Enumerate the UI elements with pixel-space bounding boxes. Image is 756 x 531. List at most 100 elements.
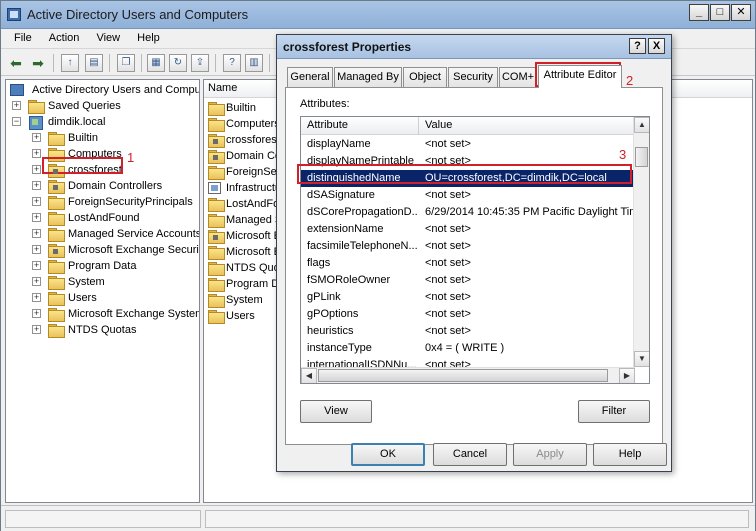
ok-button[interactable]: OK: [351, 443, 425, 466]
expand-icon[interactable]: +: [32, 325, 41, 334]
expand-icon[interactable]: +: [12, 101, 21, 110]
expand-icon[interactable]: +: [32, 181, 41, 190]
view-button[interactable]: View: [300, 400, 372, 423]
hscroll-thumb[interactable]: [318, 369, 608, 382]
title-bar: Active Directory Users and Computers _ □…: [1, 1, 755, 29]
table-row[interactable]: gPLink <not set>: [301, 289, 635, 306]
tree-pane: Active Directory Users and Comput + Save…: [5, 79, 200, 503]
expand-icon[interactable]: +: [32, 149, 41, 158]
tab-general[interactable]: General: [287, 67, 333, 87]
menu-help[interactable]: Help: [130, 29, 167, 47]
forward-arrow-icon[interactable]: ➡: [29, 54, 47, 72]
expand-icon[interactable]: +: [32, 261, 41, 270]
menu-action[interactable]: Action: [42, 29, 87, 47]
up-folder-icon[interactable]: ↑: [61, 54, 79, 72]
dialog-title-bar: crossforest Properties ? X: [277, 35, 671, 59]
tab-security[interactable]: Security: [448, 67, 498, 87]
console-icon[interactable]: ▥: [245, 54, 263, 72]
annotation-2: 2: [626, 73, 634, 88]
scroll-right-icon[interactable]: ▶: [619, 368, 635, 383]
filter-button[interactable]: Filter: [578, 400, 650, 423]
properties-dialog: crossforest Properties ? X General Manag…: [276, 34, 672, 472]
folder-icon: [48, 196, 65, 210]
refresh-icon[interactable]: ↻: [169, 54, 187, 72]
menu-view[interactable]: View: [89, 29, 127, 47]
tab-com-plus[interactable]: COM+: [499, 67, 537, 87]
ou-folder-icon: [208, 230, 225, 244]
vertical-scrollbar[interactable]: ▲ ▼: [633, 117, 649, 367]
tab-object[interactable]: Object: [403, 67, 447, 87]
apply-button[interactable]: Apply: [513, 443, 587, 466]
folder-icon: [48, 324, 65, 338]
minimize-button[interactable]: _: [689, 4, 709, 21]
column-attribute[interactable]: Attribute: [307, 119, 348, 131]
help-button[interactable]: Help: [593, 443, 667, 466]
domain-icon: [28, 115, 43, 130]
dialog-close-button[interactable]: X: [648, 38, 665, 54]
horizontal-scrollbar[interactable]: ◀ ▶: [301, 367, 635, 383]
folder-icon: [208, 310, 225, 324]
expand-icon[interactable]: +: [32, 309, 41, 318]
close-window-button[interactable]: ✕: [731, 4, 751, 21]
expand-icon[interactable]: +: [32, 293, 41, 302]
expand-icon[interactable]: +: [32, 245, 41, 254]
table-row[interactable]: fSMORoleOwner <not set>: [301, 272, 635, 289]
folder-icon: [48, 308, 65, 322]
table-row[interactable]: gPOptions <not set>: [301, 306, 635, 323]
column-value[interactable]: Value: [425, 119, 452, 131]
folder-icon: [48, 292, 65, 306]
ou-folder-icon: [208, 134, 225, 148]
folder-icon: [48, 276, 65, 290]
menu-file[interactable]: File: [7, 29, 39, 47]
tab-managed-by[interactable]: Managed By: [334, 67, 402, 87]
show-tree-icon[interactable]: ▤: [85, 54, 103, 72]
expand-icon[interactable]: +: [32, 197, 41, 206]
scroll-down-icon[interactable]: ▼: [634, 351, 649, 367]
scroll-up-icon[interactable]: ▲: [634, 117, 649, 133]
folder-icon: [48, 228, 65, 242]
table-row[interactable]: flags <not set>: [301, 255, 635, 272]
table-row[interactable]: internationalISDNNu... <not set>: [301, 357, 635, 367]
expand-icon[interactable]: +: [32, 165, 41, 174]
attributes-grid: Attribute Value displayName <not set> dis…: [300, 116, 650, 384]
highlight-box-distinguished-name: [297, 164, 632, 184]
export-list-icon[interactable]: ⇪: [191, 54, 209, 72]
tab-attribute-editor[interactable]: Attribute Editor: [538, 65, 622, 88]
ou-folder-icon: [48, 180, 65, 194]
folder-icon: [48, 132, 65, 146]
table-row[interactable]: dSASignature <not set>: [301, 187, 635, 204]
folder-icon: [208, 166, 225, 180]
collapse-icon[interactable]: −: [12, 117, 21, 126]
expand-icon[interactable]: +: [32, 213, 41, 222]
table-row[interactable]: instanceType 0x4 = ( WRITE ): [301, 340, 635, 357]
folder-icon: [208, 102, 225, 116]
folder-icon: [208, 246, 225, 260]
properties-icon[interactable]: ▦: [147, 54, 165, 72]
folder-icon: [48, 212, 65, 226]
table-row[interactable]: heuristics <not set>: [301, 323, 635, 340]
expand-icon[interactable]: +: [32, 277, 41, 286]
scroll-thumb[interactable]: [635, 147, 648, 167]
folder-icon: [208, 198, 225, 212]
help-icon[interactable]: ?: [223, 54, 241, 72]
dialog-help-button[interactable]: ?: [629, 38, 646, 54]
table-row[interactable]: dSCorePropagationD... 6/29/2014 10:45:35 …: [301, 204, 635, 221]
ad-app-icon: [7, 8, 21, 21]
attribute-editor-panel: Attributes: Attribute Value displayName <…: [285, 87, 663, 445]
back-arrow-icon[interactable]: ⬅: [7, 54, 25, 72]
expand-icon[interactable]: +: [32, 229, 41, 238]
folder-icon: [208, 118, 225, 132]
scroll-left-icon[interactable]: ◀: [301, 368, 317, 383]
table-row[interactable]: extensionName <not set>: [301, 221, 635, 238]
expand-icon[interactable]: +: [32, 133, 41, 142]
folder-icon: [208, 262, 225, 276]
copy-icon[interactable]: ❐: [117, 54, 135, 72]
cancel-button[interactable]: Cancel: [433, 443, 507, 466]
table-row[interactable]: displayName <not set>: [301, 136, 635, 153]
infrastructure-object-icon: [208, 182, 221, 194]
maximize-button[interactable]: □: [710, 4, 730, 21]
ou-folder-icon: [208, 150, 225, 164]
table-row[interactable]: facsimileTelephoneN... <not set>: [301, 238, 635, 255]
dialog-title: crossforest Properties: [283, 40, 412, 54]
window-title: Active Directory Users and Computers: [27, 7, 249, 22]
